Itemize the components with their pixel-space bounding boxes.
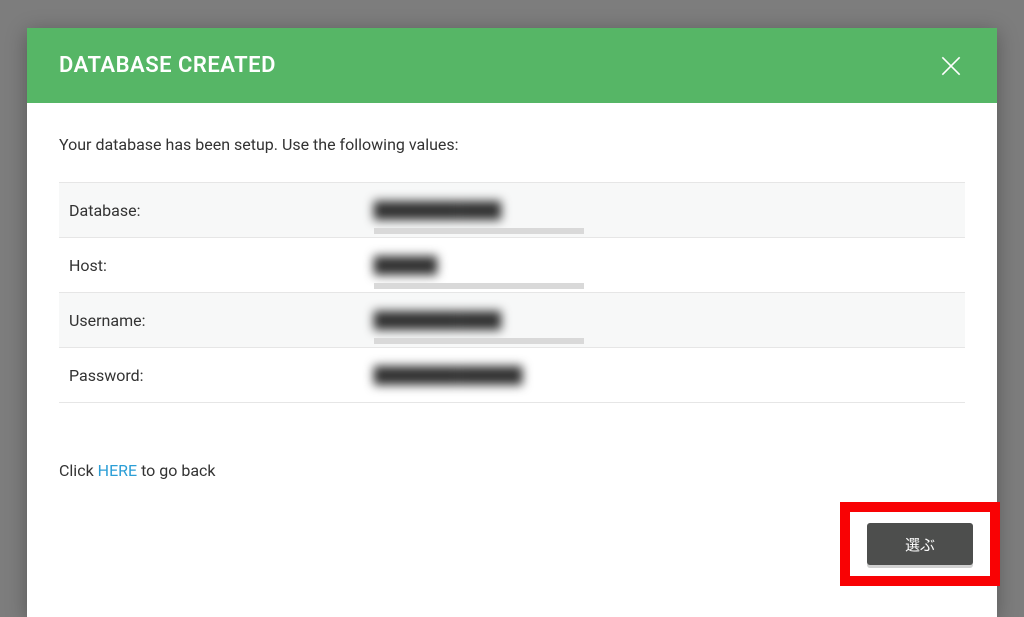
highlight-annotation: 選ぶ <box>840 502 1000 586</box>
label-database: Database: <box>69 201 374 220</box>
modal-body: Your database has been setup. Use the fo… <box>27 103 997 508</box>
close-button[interactable] <box>937 52 965 80</box>
modal-title: DATABASE CREATED <box>59 53 276 78</box>
go-back-text: Click HERE to go back <box>59 461 965 480</box>
value-database: ████████████ <box>374 201 502 220</box>
label-host: Host: <box>69 256 374 275</box>
row-host: Host: ██████ <box>59 238 965 293</box>
value-username: ████████████ <box>374 311 502 330</box>
select-button[interactable]: 選ぶ <box>867 523 973 565</box>
row-database: Database: ████████████ <box>59 183 965 238</box>
value-host: ██████ <box>374 256 438 275</box>
row-username: Username: ████████████ <box>59 293 965 348</box>
label-password: Password: <box>69 366 374 385</box>
value-password: ██████████████ <box>374 366 523 385</box>
row-password: Password: ██████████████ <box>59 348 965 403</box>
close-icon <box>938 53 964 79</box>
label-username: Username: <box>69 311 374 330</box>
intro-text: Your database has been setup. Use the fo… <box>59 135 965 154</box>
go-back-link[interactable]: HERE <box>98 461 137 480</box>
details-table: Database: ████████████ Host: ██████ <box>59 182 965 403</box>
modal-header: DATABASE CREATED <box>27 28 997 103</box>
